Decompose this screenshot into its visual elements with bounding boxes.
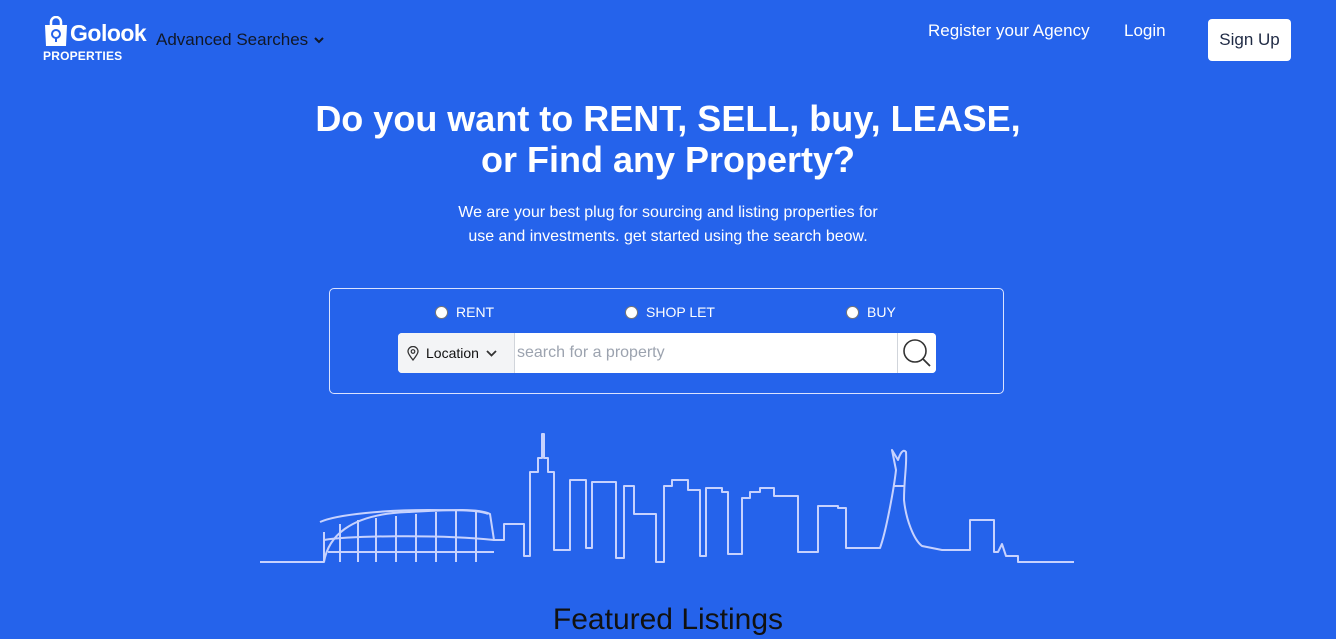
advanced-searches-label: Advanced Searches: [156, 30, 309, 49]
hero-subtitle-line-2: use and investments. get started using t…: [468, 228, 868, 245]
location-select[interactable]: Location: [398, 333, 515, 373]
map-pin-icon: [407, 345, 419, 361]
search-card: RENT SHOP LET BUY Location: [329, 288, 1004, 394]
hero-title-line-2: or Find any Property?: [480, 139, 856, 180]
search-button[interactable]: [897, 333, 936, 373]
featured-listings-heading: Featured Listings: [552, 603, 784, 636]
radio-button[interactable]: [625, 305, 638, 319]
search-icon: [903, 339, 931, 367]
search-input[interactable]: [515, 333, 897, 373]
radio-button[interactable]: [846, 305, 859, 319]
radio-rent-label: RENT: [456, 304, 495, 320]
hero-subtitle-line-1: We are your best plug for sourcing and l…: [458, 204, 878, 221]
sign-up-button[interactable]: Sign Up: [1208, 19, 1291, 61]
radio-button[interactable]: [435, 305, 448, 319]
chevron-down-icon: [314, 36, 324, 43]
hero-title: Do you want to RENT, SELL, buy, LEASE, o…: [0, 98, 1336, 180]
skyline-illustration: [260, 433, 1074, 563]
radio-buy[interactable]: BUY: [846, 304, 896, 320]
advanced-searches-dropdown[interactable]: Advanced Searches: [156, 30, 324, 50]
register-agency-link[interactable]: Register your Agency: [928, 21, 1090, 41]
shopping-bag-logo-icon: [45, 16, 67, 46]
radio-rent[interactable]: RENT: [435, 304, 494, 320]
search-bar: Location: [398, 333, 936, 373]
logo-subtitle: PROPERTIES: [43, 49, 123, 63]
login-link[interactable]: Login: [1124, 21, 1166, 41]
hero-title-line-1: Do you want to RENT, SELL, buy, LEASE,: [315, 98, 1021, 139]
radio-shop-let[interactable]: SHOP LET: [625, 304, 715, 320]
location-label: Location: [426, 345, 479, 361]
hero-subtitle: We are your best plug for sourcing and l…: [0, 201, 1336, 249]
chevron-down-icon: [486, 349, 497, 357]
logo-text: Golook: [70, 20, 147, 46]
brand-logo[interactable]: Golook PROPERTIES: [42, 16, 152, 64]
radio-buy-label: BUY: [867, 304, 896, 320]
radio-shop-let-label: SHOP LET: [646, 304, 715, 320]
